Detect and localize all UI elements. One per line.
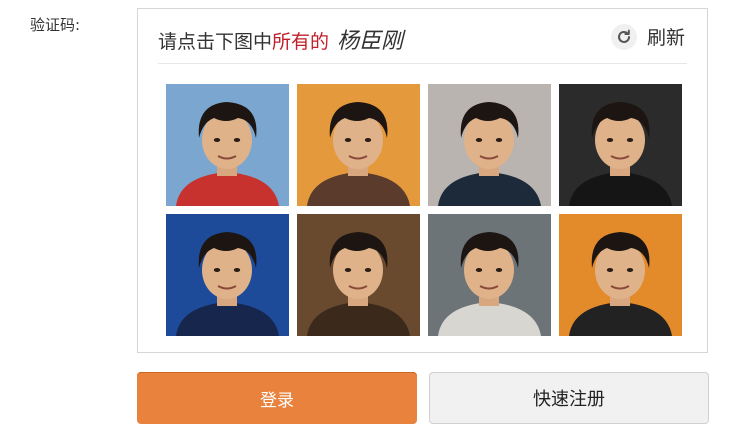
portrait-photo: [166, 214, 289, 336]
divider: [158, 63, 687, 64]
portrait-photo: [428, 84, 551, 206]
portrait-photo: [559, 84, 682, 206]
captcha-photo-tile[interactable]: [428, 84, 551, 206]
refresh-label: 刷新: [646, 27, 685, 49]
portrait-photo: [297, 84, 420, 206]
portrait-photo: [297, 214, 420, 336]
captcha-prompt: 请点击下图中所有的 杨臣刚: [158, 23, 403, 55]
login-button[interactable]: 登录: [137, 372, 417, 424]
refresh-button[interactable]: 刷新: [610, 23, 685, 50]
prompt-target-name: 杨臣刚: [337, 29, 404, 54]
captcha-photo-tile[interactable]: [166, 214, 289, 336]
portrait-photo: [559, 214, 682, 336]
captcha-field-label: 验证码:: [30, 16, 81, 34]
captcha-photo-tile[interactable]: [166, 84, 289, 206]
refresh-icon: [610, 23, 637, 50]
captcha-photo-tile[interactable]: [559, 84, 682, 206]
captcha-panel: 请点击下图中所有的 杨臣刚 刷新: [137, 8, 708, 353]
portrait-photo: [428, 214, 551, 336]
register-button[interactable]: 快速注册: [429, 372, 709, 424]
captcha-photo-tile[interactable]: [297, 84, 420, 206]
captcha-photo-tile[interactable]: [297, 214, 420, 336]
captcha-photo-tile[interactable]: [428, 214, 551, 336]
prompt-emphasis: 所有的: [272, 31, 330, 53]
captcha-photo-tile[interactable]: [559, 214, 682, 336]
prompt-prefix: 请点击下图中: [158, 31, 273, 53]
captcha-image-grid: [166, 84, 683, 336]
portrait-photo: [166, 84, 289, 206]
